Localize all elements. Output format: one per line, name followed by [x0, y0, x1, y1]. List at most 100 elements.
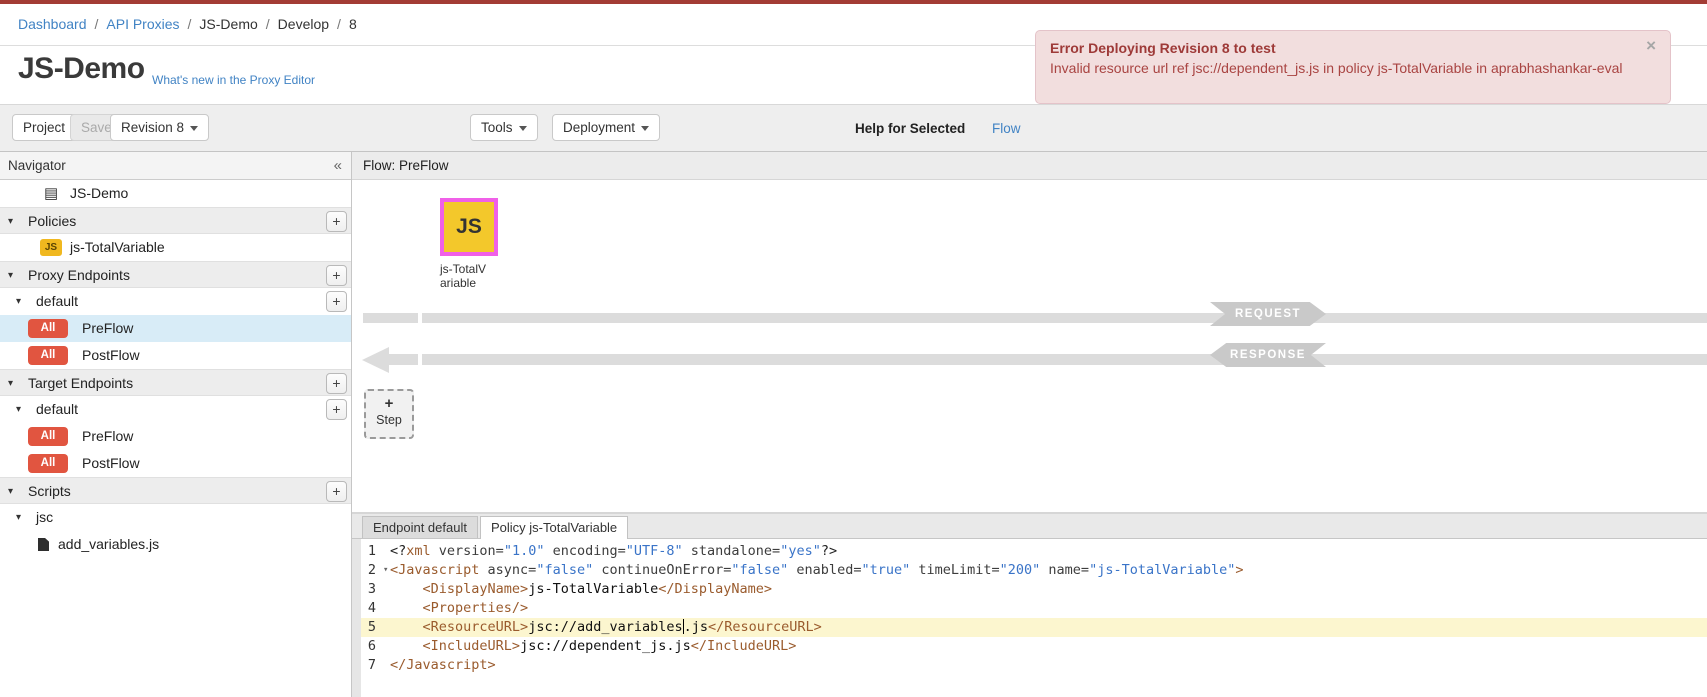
- code-line-text: <DisplayName>js-TotalVariable</DisplayNa…: [382, 581, 772, 597]
- all-condition-badge: All: [28, 319, 68, 338]
- nav-label: PreFlow: [82, 315, 133, 342]
- nav-label: jsc: [36, 504, 53, 531]
- nav-flow-proxy-postflow[interactable]: All PostFlow: [0, 342, 351, 369]
- caret-down-icon: [519, 126, 527, 131]
- navigator-tree: ▤ JS-Demo ▾ Policies + JS js-TotalVariable▾Pro…: [0, 180, 351, 558]
- all-condition-badge: All: [28, 454, 68, 473]
- request-ribbon-label: REQUEST: [1210, 302, 1326, 326]
- code-line-3[interactable]: 3 <DisplayName>js-TotalVariable</Display…: [352, 580, 1707, 599]
- add-policies-button[interactable]: +: [326, 211, 347, 232]
- code-line-4[interactable]: 4 <Properties/>: [352, 599, 1707, 618]
- nav-label: Scripts: [28, 478, 71, 505]
- nav-group-target-default[interactable]: ▾ default +: [0, 396, 351, 423]
- breadcrumb-separator: /: [95, 16, 99, 32]
- help-for-selected-label: Help for Selected: [855, 105, 965, 152]
- all-condition-badge: All: [28, 346, 68, 365]
- nav-flow-target-preflow[interactable]: AllPreFlow: [0, 423, 351, 450]
- fold-caret-icon[interactable]: ▾: [383, 561, 388, 580]
- nav-label: PostFlow: [82, 342, 140, 369]
- code-line-text: </Javascript>: [382, 657, 496, 673]
- breadcrumb-js-demo: JS-Demo: [199, 16, 257, 32]
- code-line-text: <Properties/>: [382, 600, 528, 616]
- apigee-proxy-editor: Dashboard/API Proxies/JS-Demo/Develop/8 …: [0, 0, 1707, 697]
- add-proxy-endpoints-button[interactable]: +: [326, 265, 347, 286]
- breadcrumb-separator: /: [266, 16, 270, 32]
- nav-flow-target-postflow[interactable]: All PostFlow: [0, 450, 351, 477]
- nav-section-proxy-endpoints[interactable]: ▾Proxy Endpoints+: [0, 261, 351, 288]
- error-toast: × Error Deploying Revision 8 to test Inv…: [1035, 30, 1671, 104]
- nav-label: PostFlow: [82, 450, 140, 477]
- editor-gutter-strip: [352, 539, 361, 697]
- caret-down-icon: ▾: [8, 478, 13, 505]
- response-flow-bar-segment: [389, 354, 418, 365]
- all-condition-badge: All: [28, 427, 68, 446]
- nav-section-scripts[interactable]: ▾ Scripts +: [0, 477, 351, 504]
- caret-down-icon: ▾: [16, 396, 21, 423]
- code-editor-panel: Endpoint defaultPolicy js-TotalVariable …: [352, 512, 1707, 697]
- nav-group-proxy-default[interactable]: ▾ default +: [0, 288, 351, 315]
- response-arrow-icon: [362, 347, 389, 373]
- flow-header: Flow: PreFlow: [352, 152, 1707, 180]
- error-toast-message: Invalid resource url ref jsc://dependent…: [1050, 58, 1640, 78]
- caret-down-icon: ▾: [16, 288, 21, 315]
- whats-new-link[interactable]: What's new in the Proxy Editor: [152, 73, 315, 87]
- code-area[interactable]: 1<?xml version="1.0" encoding="UTF-8" st…: [352, 539, 1707, 697]
- nav-label: default: [36, 288, 78, 315]
- add-target-default-button[interactable]: +: [326, 399, 347, 420]
- proxy-icon: ▤: [44, 180, 58, 207]
- tools-button[interactable]: Tools: [470, 114, 538, 141]
- code-line-2[interactable]: 2▾<Javascript async="false" continueOnEr…: [352, 561, 1707, 580]
- request-flow-bar: [422, 313, 1707, 323]
- flow-help-link[interactable]: Flow: [992, 105, 1021, 152]
- nav-section-policies[interactable]: ▾Policies+: [0, 207, 351, 234]
- toolbar: Project Save Revision 8 Tools Deployment…: [0, 104, 1707, 152]
- caret-down-icon: [190, 126, 198, 131]
- flow-panel: Flow: PreFlow JS js-TotalV ariable REQUE…: [352, 152, 1707, 512]
- code-line-6[interactable]: 6 <IncludeURL>jsc://dependent_js.js</Inc…: [352, 637, 1707, 656]
- breadcrumb-separator: /: [337, 16, 341, 32]
- policy-node-js-totalvariable[interactable]: JS: [440, 198, 498, 256]
- request-flow-bar-segment: [363, 313, 418, 323]
- add-scripts-button[interactable]: +: [326, 481, 347, 502]
- nav-item-js-totalvariable[interactable]: JS js-TotalVariable: [0, 234, 351, 261]
- nav-label: js-TotalVariable: [70, 234, 165, 261]
- code-line-5[interactable]: 5 <ResourceURL>jsc://add_variables.js</R…: [352, 618, 1707, 637]
- nav-section-target-endpoints[interactable]: ▾Target Endpoints+: [0, 369, 351, 396]
- revision-button[interactable]: Revision 8: [110, 114, 209, 141]
- caret-down-icon: [641, 126, 649, 131]
- response-flow-bar: [422, 354, 1707, 365]
- breadcrumb-dashboard[interactable]: Dashboard: [18, 16, 87, 32]
- breadcrumb-8: 8: [349, 16, 357, 32]
- error-toast-title: Error Deploying Revision 8 to test: [1050, 40, 1656, 56]
- navigator-panel: Navigator « ▤ JS-Demo ▾ Policies + JS js-Total…: [0, 152, 352, 697]
- code-line-7[interactable]: 7</Javascript>: [352, 656, 1707, 675]
- add-proxy-default-button[interactable]: +: [326, 291, 347, 312]
- code-line-text: <ResourceURL>jsc://add_variables.js</Res…: [382, 619, 822, 635]
- nav-flow-proxy-preflow[interactable]: All PreFlow: [0, 315, 351, 342]
- nav-group-jsc[interactable]: ▾jsc: [0, 504, 351, 531]
- add-target-endpoints-button[interactable]: +: [326, 373, 347, 394]
- code-line-text: <Javascript async="false" continueOnErro…: [382, 562, 1244, 578]
- tab-endpoint-default[interactable]: Endpoint default: [362, 516, 478, 538]
- caret-down-icon: ▾: [8, 262, 13, 289]
- code-line-1[interactable]: 1<?xml version="1.0" encoding="UTF-8" st…: [352, 542, 1707, 561]
- page-title: JS-Demo: [18, 52, 145, 86]
- close-icon[interactable]: ×: [1646, 36, 1656, 56]
- collapse-sidebar-icon[interactable]: «: [334, 152, 342, 179]
- nav-item-add-variables-js[interactable]: add_variables.js: [0, 531, 351, 558]
- nav-item-js-demo[interactable]: ▤ JS-Demo: [0, 180, 351, 207]
- code-line-text: <IncludeURL>jsc://dependent_js.js</Inclu…: [382, 638, 796, 654]
- nav-label: Target Endpoints: [28, 370, 133, 397]
- tab-policy-js-totalvariable[interactable]: Policy js-TotalVariable: [480, 516, 628, 539]
- navigator-title: Navigator: [8, 158, 66, 173]
- breadcrumb-api-proxies[interactable]: API Proxies: [106, 16, 179, 32]
- nav-label: Policies: [28, 208, 76, 235]
- policy-node-label: js-TotalV ariable: [440, 262, 486, 290]
- navigator-header: Navigator «: [0, 152, 351, 180]
- nav-label: default: [36, 396, 78, 423]
- nav-label: JS-Demo: [70, 180, 128, 207]
- deployment-button[interactable]: Deployment: [552, 114, 660, 141]
- breadcrumb-separator: /: [188, 16, 192, 32]
- add-step-button[interactable]: + Step: [364, 389, 414, 439]
- js-policy-icon: JS: [40, 239, 62, 256]
